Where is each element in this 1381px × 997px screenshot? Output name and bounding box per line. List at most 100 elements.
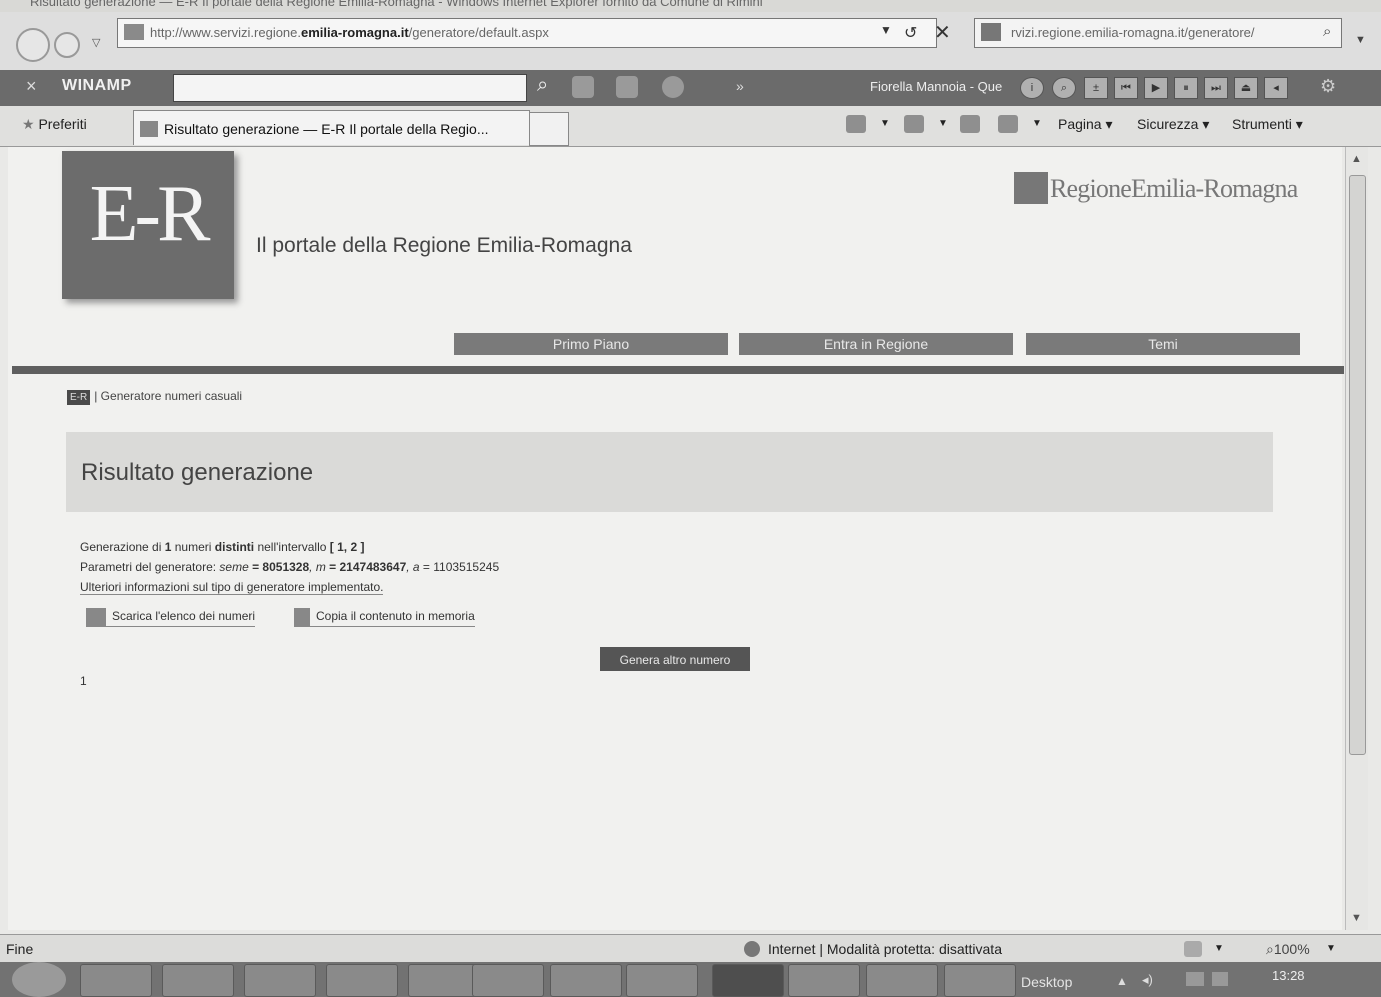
- site-tagline: Il portale della Regione Emilia-Romagna: [256, 234, 632, 257]
- copy-to-memory-label: Copia il contenuto in memoria: [316, 609, 475, 624]
- winamp-logo: WINAMP: [62, 77, 132, 94]
- tray-arrow-icon[interactable]: ▲: [1116, 974, 1128, 988]
- favorites-button[interactable]: ★ Preferiti: [22, 116, 87, 133]
- mail-icon[interactable]: [960, 115, 980, 133]
- menu-strumenti[interactable]: Strumenti ▾: [1232, 116, 1303, 133]
- eject-icon[interactable]: ⏏: [1234, 77, 1258, 99]
- winamp-bird-icon[interactable]: [662, 76, 684, 98]
- feeds-dropdown-icon[interactable]: ▼: [938, 118, 948, 129]
- download-list-label: Scarica l'elenco dei numeri: [112, 609, 256, 624]
- nav-divider: [12, 366, 1344, 374]
- taskbar-media-player-icon[interactable]: [80, 964, 152, 997]
- refresh-icon[interactable]: ↺: [904, 23, 917, 43]
- taskbar-winamp-icon[interactable]: [866, 964, 938, 997]
- menu-sicurezza[interactable]: Sicurezza ▾: [1137, 116, 1209, 133]
- close-toolbar-icon[interactable]: ×: [26, 76, 37, 97]
- stop-icon[interactable]: ✕: [934, 20, 951, 45]
- desktop-toolbar[interactable]: Desktop: [1021, 974, 1072, 990]
- history-dropdown-icon[interactable]: ▽: [92, 36, 100, 49]
- mute-icon[interactable]: ◂: [1264, 77, 1288, 99]
- now-playing-track: Fiorella Mannoia - Que: [870, 79, 1003, 94]
- info-icon[interactable]: i: [1020, 77, 1044, 99]
- url-text: http://www.servizi.regione.emilia-romagn…: [150, 25, 549, 40]
- breadcrumb: E-R | Generatore numeri casuali: [67, 389, 242, 405]
- winamp-media-icon[interactable]: [572, 76, 594, 98]
- pause-icon[interactable]: ⏸: [1174, 77, 1198, 99]
- scroll-thumb[interactable]: [1349, 175, 1366, 755]
- search-icon[interactable]: ⌕: [1323, 23, 1331, 40]
- forward-button-icon[interactable]: [54, 32, 80, 58]
- taskbar: Desktop ▲ ◂) 13:28: [0, 962, 1381, 997]
- zoom-level[interactable]: ⌕100%: [1266, 941, 1310, 958]
- back-button-icon[interactable]: [16, 28, 50, 62]
- more-info-link[interactable]: Ulteriori informazioni sul tipo di gener…: [80, 580, 384, 595]
- taskbar-firefox-icon[interactable]: [408, 964, 480, 997]
- winamp-library-icon[interactable]: [616, 76, 638, 98]
- more-icon[interactable]: »: [736, 78, 744, 94]
- scroll-up-icon[interactable]: ▲: [1351, 153, 1362, 165]
- winamp-search-input[interactable]: [173, 74, 527, 102]
- network-tray-icon[interactable]: [1186, 972, 1204, 986]
- home-dropdown-icon[interactable]: ▼: [880, 118, 890, 129]
- breadcrumb-text[interactable]: | Generatore numeri casuali: [94, 389, 242, 403]
- generate-another-button[interactable]: Genera altro numero: [600, 647, 750, 671]
- favorites-label: Preferiti: [38, 116, 87, 132]
- print-icon[interactable]: [998, 115, 1018, 133]
- search-input[interactable]: rvizi.regione.emilia-romagna.it/generato…: [974, 18, 1342, 48]
- address-input[interactable]: http://www.servizi.regione.emilia-romagn…: [117, 18, 951, 48]
- copy-to-memory-link[interactable]: Copia il contenuto in memoria: [294, 608, 475, 627]
- search-provider-icon: [981, 23, 1001, 41]
- regione-flag-icon: [1014, 172, 1048, 204]
- scroll-down-icon[interactable]: ▼: [1351, 912, 1362, 924]
- nav-entra-in-regione[interactable]: Entra in Regione: [739, 333, 1013, 355]
- download-icon: [86, 608, 106, 626]
- protected-mode-dropdown-icon[interactable]: ▼: [1214, 943, 1224, 954]
- menu-pagina[interactable]: Pagina ▾: [1058, 116, 1113, 133]
- regione-logo-text: RegioneEmilia-Romagna: [1050, 174, 1298, 203]
- taskbar-app-icon[interactable]: [244, 964, 316, 997]
- zoom-icon: ⌕: [1266, 941, 1274, 957]
- settings-gear-icon[interactable]: ⚙: [1320, 76, 1336, 97]
- status-text: Fine: [6, 941, 34, 957]
- volume-tray-icon[interactable]: ◂): [1142, 972, 1153, 988]
- security-zone[interactable]: Internet | Modalità protetta: disattivat…: [768, 941, 1002, 957]
- tab-title: Risultato generazione — E-R Il portale d…: [164, 121, 489, 137]
- feeds-icon[interactable]: [904, 115, 924, 133]
- start-button-icon[interactable]: [12, 962, 66, 997]
- new-tab-button[interactable]: [529, 112, 569, 146]
- vertical-scrollbar[interactable]: ▲ ▼: [1345, 147, 1368, 930]
- breadcrumb-home-logo[interactable]: E-R: [67, 390, 91, 405]
- taskbar-media-icon[interactable]: [944, 964, 1016, 997]
- taskbar-pdf-icon[interactable]: [550, 964, 622, 997]
- taskbar-window-icon[interactable]: [712, 964, 784, 997]
- taskbar-explorer-icon[interactable]: [472, 964, 544, 997]
- flag-tray-icon[interactable]: [1212, 972, 1228, 986]
- taskbar-document-icon[interactable]: [326, 964, 398, 997]
- er-logo[interactable]: E-R: [62, 151, 234, 299]
- result-header: Risultato generazione: [66, 432, 1273, 512]
- nav-primo-piano[interactable]: Primo Piano: [454, 333, 728, 355]
- nav-temi[interactable]: Temi: [1026, 333, 1300, 355]
- download-list-link[interactable]: Scarica l'elenco dei numeri: [86, 608, 256, 627]
- url-dropdown-icon[interactable]: ▼: [880, 23, 892, 37]
- zoom-dropdown-icon[interactable]: ▼: [1326, 943, 1336, 954]
- previous-icon[interactable]: ⏮: [1114, 77, 1138, 99]
- taskbar-browser-icon[interactable]: [626, 964, 698, 997]
- play-icon[interactable]: ▶: [1144, 77, 1168, 99]
- generation-summary: Generazione di 1 numeri distinti nell'in…: [80, 540, 365, 554]
- winamp-search-icon[interactable]: ⌕: [537, 74, 548, 97]
- page-title: Risultato generazione: [81, 459, 314, 486]
- protected-mode-icon[interactable]: [1184, 941, 1202, 957]
- regione-logo[interactable]: RegioneEmilia-Romagna: [1014, 172, 1302, 208]
- taskbar-ie-icon[interactable]: [162, 964, 234, 997]
- winamp-find-icon[interactable]: ⌕: [1052, 77, 1076, 99]
- taskbar-clock[interactable]: 13:28: [1272, 968, 1305, 983]
- tab-current[interactable]: Risultato generazione — E-R Il portale d…: [133, 110, 530, 145]
- home-icon[interactable]: [846, 115, 866, 133]
- star-icon: ★: [22, 116, 35, 132]
- print-dropdown-icon[interactable]: ▼: [1032, 118, 1042, 129]
- next-icon[interactable]: ⏭: [1204, 77, 1228, 99]
- volume-icon[interactable]: ±: [1084, 77, 1108, 99]
- search-dropdown-icon[interactable]: ▼: [1355, 34, 1366, 46]
- taskbar-game-icon[interactable]: [788, 964, 860, 997]
